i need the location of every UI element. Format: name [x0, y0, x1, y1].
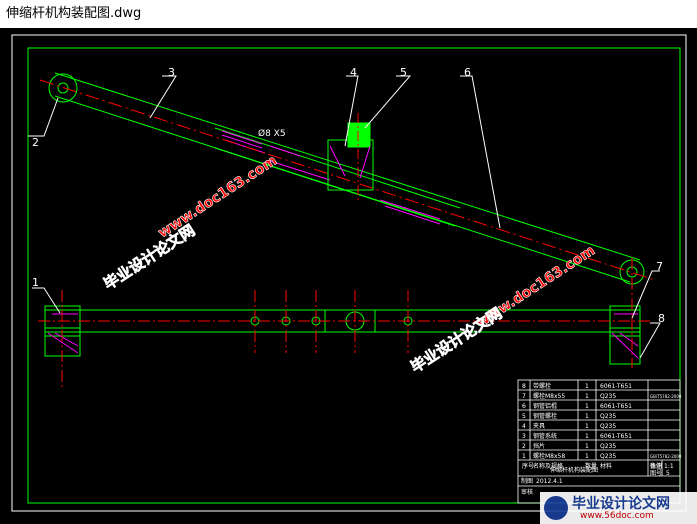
window-title: 伸缩杆机构装配图.dwg [0, 0, 697, 28]
date: 2012.4.1 [536, 478, 563, 485]
tb-row-6-material: 6061-T651 [600, 403, 632, 410]
tb-row-8-material: 6061-T651 [600, 383, 632, 390]
dimension-label: Ø8 X5 [258, 128, 286, 139]
tb-row-4-material: Q235 [600, 423, 616, 430]
tb-row-6-qty: 1 [585, 403, 589, 410]
tb-row-4-no: 4 [522, 423, 526, 430]
tb-row-8-name: 带螺栓 [533, 382, 551, 390]
tb-header-name: 名称及规格 [533, 462, 563, 470]
watermarks: www.doc163.com 毕业设计论文网 www.doc163.com 毕业… [100, 152, 598, 376]
tb-row-3-no: 3 [522, 433, 526, 440]
watermark-cn-1: 毕业设计论文网 [100, 221, 198, 293]
title-block-text: 伸缩杆机构装配图 比例 1:1 图号 5 制图 2012.4.1 审核 8 带螺栓… [521, 382, 682, 496]
tb-header-qty: 数量 [585, 462, 597, 470]
tb-row-2-no: 2 [522, 443, 526, 450]
callout-4: 4 [350, 66, 357, 79]
tb-row-7-name: 螺栓M8x55 [533, 392, 565, 400]
tb-row-7-qty: 1 [585, 393, 589, 400]
tb-header-note: 备注 [650, 462, 662, 470]
designer-label: 制图 [521, 477, 533, 485]
callout-6: 6 [464, 66, 471, 79]
tb-row-2-material: Q235 [600, 443, 616, 450]
tb-row-1-no: 1 [522, 453, 526, 460]
tb-row-6-no: 6 [522, 403, 526, 410]
tb-row-7-material: Q235 [600, 393, 616, 400]
footer-logo-url: www.56doc.com [580, 511, 654, 521]
footer-logo-cn: 毕业设计论文网 [572, 496, 670, 512]
scale-value: 1:1 [664, 463, 674, 470]
callout-3: 3 [168, 66, 175, 79]
tb-row-2-qty: 1 [585, 443, 589, 450]
tb-row-5-name: 钢管螺栓 [533, 412, 557, 420]
tb-row-7-no: 7 [522, 393, 526, 400]
callout-7: 7 [656, 260, 663, 273]
tb-row-7-note: GB/T5782-2000 [650, 394, 682, 399]
tb-row-4-qty: 1 [585, 423, 589, 430]
tb-row-6-name: 钢管铝棍 [533, 402, 557, 410]
tb-row-5-qty: 1 [585, 413, 589, 420]
tb-row-8-qty: 1 [585, 383, 589, 390]
callout-2: 2 [32, 136, 39, 149]
callout-1: 1 [32, 276, 39, 289]
drawing-svg: Ø8 X5 2 3 4 5 6 7 1 8 www.doc163.com 毕业设… [11, 34, 687, 512]
tb-row-3-name: 钢管系统 [533, 432, 557, 440]
callout-8: 8 [658, 312, 665, 325]
checker-label: 审核 [521, 488, 533, 496]
sheet-value: 5 [666, 470, 670, 477]
tb-row-1-name: 螺栓M8x58 [533, 452, 565, 460]
footer-logo: 毕业设计论文网 www.56doc.com [540, 492, 697, 524]
sheet-label: 图号 [650, 470, 662, 477]
tb-row-5-no: 5 [522, 413, 526, 420]
tb-row-8-no: 8 [522, 383, 526, 390]
tb-row-3-qty: 1 [585, 433, 589, 440]
tb-row-1-note: GB/T5782-2000 [650, 454, 682, 459]
tb-row-1-qty: 1 [585, 453, 589, 460]
tb-row-1-material: Q235 [600, 453, 616, 460]
tb-row-4-name: 夹具 [533, 422, 545, 430]
cad-canvas[interactable]: Ø8 X5 2 3 4 5 6 7 1 8 www.doc163.com 毕业设… [0, 28, 697, 524]
lower-bar [44, 305, 641, 365]
callout-numbers: 2 3 4 5 6 7 1 8 [32, 66, 665, 325]
tb-row-3-material: 6061-T651 [600, 433, 632, 440]
watermark-cn-2: 毕业设计论文网 [407, 304, 505, 376]
watermark-site-1: www.doc163.com [155, 153, 280, 242]
logo-icon [544, 496, 568, 520]
tb-row-5-material: Q235 [600, 413, 616, 420]
tb-row-2-name: 挡片 [533, 442, 545, 450]
tb-header-material: 材料 [600, 462, 612, 470]
callout-5: 5 [400, 66, 407, 79]
upper-centerline [39, 79, 656, 281]
upper-arm [48, 72, 645, 285]
